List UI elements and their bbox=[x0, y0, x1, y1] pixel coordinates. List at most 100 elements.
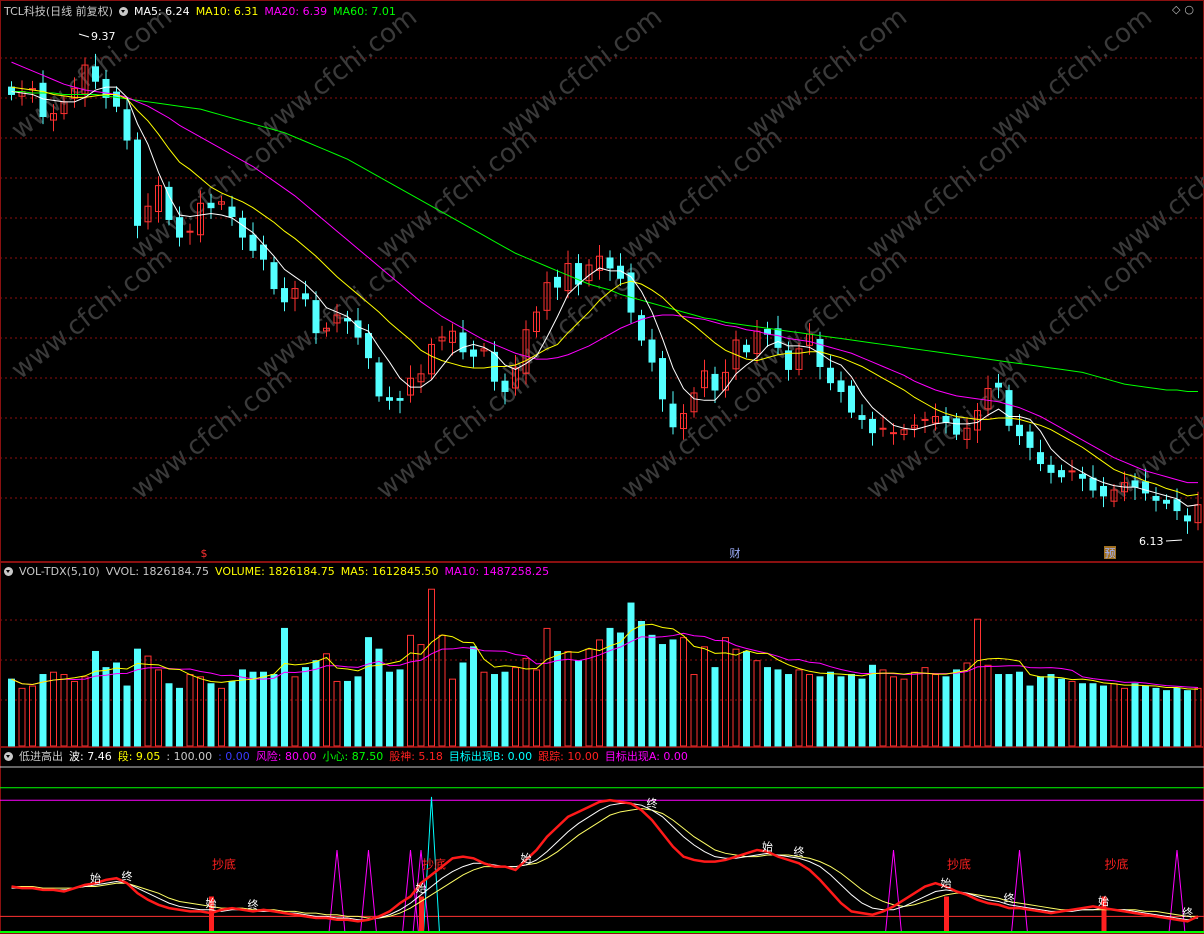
watermark-text: www.cfchi.com bbox=[1106, 122, 1204, 266]
indicator-header: 低进高出 波: 7.46 段: 9.05 : 100.00 : 0.00 风险:… bbox=[4, 748, 688, 764]
vvol-label: VVOL: 1826184.75 bbox=[105, 564, 210, 578]
volume-panel: VOL-TDX(5,10) VVOL: 1826184.75 VOLUME: 1… bbox=[0, 562, 1204, 747]
indicator-panel: 抄底 抄底 抄底 抄底始终始终始始终始终始终始终 低进高出 波: 7.46 段: 9.… bbox=[0, 747, 1204, 934]
volume-bar bbox=[711, 667, 719, 747]
volume-bar bbox=[890, 676, 897, 747]
signal-label: 终 bbox=[1004, 891, 1015, 905]
volume-bar bbox=[1016, 671, 1023, 747]
volume-bar bbox=[627, 602, 635, 747]
volume-bar bbox=[575, 660, 582, 747]
volume-bar bbox=[333, 680, 341, 747]
volume-bar bbox=[1121, 687, 1128, 747]
event-marker: 财 bbox=[730, 546, 741, 560]
signal-label: 始 bbox=[90, 871, 101, 885]
volume-bar bbox=[638, 621, 645, 747]
volume-bar bbox=[354, 676, 362, 747]
volume-bar bbox=[795, 669, 803, 747]
volume-bar bbox=[701, 646, 708, 747]
candle-body bbox=[354, 320, 362, 338]
volume-bar bbox=[900, 678, 908, 747]
volume-bar bbox=[239, 669, 246, 747]
volume-bar bbox=[102, 667, 110, 747]
volume-bar bbox=[774, 669, 782, 747]
volume-bar bbox=[218, 687, 225, 747]
volume-bar bbox=[428, 588, 435, 747]
candle-body bbox=[837, 380, 845, 392]
candle-body bbox=[365, 333, 372, 359]
candle-body bbox=[207, 202, 215, 209]
candle-body bbox=[1152, 495, 1160, 501]
dropdown-icon[interactable] bbox=[4, 751, 13, 761]
volume-bar bbox=[1068, 680, 1076, 747]
candle-body bbox=[890, 432, 897, 435]
candle-body bbox=[302, 293, 309, 300]
dropdown-icon[interactable] bbox=[118, 6, 128, 16]
window-controls[interactable]: ◇○ bbox=[1172, 3, 1198, 16]
ma20-label: MA20: 6.39 bbox=[264, 4, 328, 18]
price-panel: www.cfchi.com www.cfchi.com www.cfchi.com w… bbox=[0, 0, 1204, 562]
dropdown-icon[interactable] bbox=[4, 566, 13, 576]
low-pointer bbox=[1165, 539, 1183, 542]
candle-body bbox=[228, 206, 236, 218]
candle-body bbox=[1047, 464, 1055, 473]
candle-body bbox=[669, 403, 677, 428]
chart-title: TCL科技(日线 前复权) bbox=[4, 5, 113, 18]
volume-bar bbox=[228, 680, 236, 747]
candle-body bbox=[743, 344, 750, 353]
candle-body bbox=[92, 66, 99, 82]
candle-body bbox=[774, 328, 782, 348]
candle-body bbox=[123, 109, 131, 141]
candle-body bbox=[1058, 470, 1065, 478]
white-line bbox=[11, 803, 1199, 921]
price-header: TCL科技(日线 前复权) MA5: 6.24 MA10: 6.31 MA20:… bbox=[4, 3, 396, 19]
volume-bar bbox=[113, 662, 120, 747]
volume-bar bbox=[176, 687, 183, 747]
volume-bar bbox=[648, 634, 656, 747]
volume-bar bbox=[480, 671, 488, 747]
volume-bar bbox=[806, 674, 813, 747]
signal-label: 始 bbox=[941, 876, 952, 890]
volume-bar bbox=[186, 674, 194, 747]
ind-label-2: : 100.00 bbox=[166, 749, 213, 763]
watermark-text: www.cfchi.com bbox=[371, 122, 543, 266]
candle-body bbox=[879, 427, 887, 430]
candle-body bbox=[1005, 390, 1013, 426]
volume-bar bbox=[1037, 676, 1044, 747]
indicator-title: 低进高出 bbox=[19, 750, 63, 763]
candle-body bbox=[942, 415, 950, 423]
signal-label: 始 bbox=[762, 839, 773, 853]
volume-bar bbox=[1163, 690, 1170, 747]
volume-bar bbox=[312, 660, 320, 747]
ma60-label: MA60: 7.01 bbox=[333, 4, 396, 18]
volume-bar bbox=[1005, 674, 1013, 747]
volume-bar bbox=[197, 676, 204, 747]
bottom-signal-label: 抄底 bbox=[212, 856, 236, 871]
volume-bar bbox=[533, 669, 540, 747]
volume-chart bbox=[0, 562, 1204, 747]
volume-bar bbox=[543, 627, 551, 747]
signal-label: 终 bbox=[122, 869, 133, 883]
volume-bar bbox=[50, 671, 57, 747]
watermark-text: www.cfchi.com bbox=[371, 362, 543, 506]
volume-bar bbox=[659, 644, 666, 747]
volume-bar bbox=[512, 667, 519, 747]
volume-bar bbox=[60, 674, 68, 747]
volume-bar bbox=[827, 671, 834, 747]
volume-bar bbox=[123, 685, 131, 747]
candle-body bbox=[659, 358, 666, 400]
volume-bar bbox=[732, 648, 740, 747]
signal-label: 终 bbox=[794, 844, 805, 858]
candle-body bbox=[8, 86, 15, 95]
ind-label-5: 小心: 87.50 bbox=[322, 750, 384, 763]
volume-bar bbox=[963, 662, 971, 747]
volume-bar bbox=[260, 671, 267, 747]
volume-bar bbox=[155, 669, 162, 747]
volume-bar bbox=[974, 618, 981, 747]
volume-bar bbox=[281, 627, 288, 747]
volume-bar bbox=[1131, 683, 1139, 747]
candle-body bbox=[1131, 480, 1139, 488]
candle-body bbox=[711, 373, 719, 391]
volume-bar bbox=[554, 650, 561, 747]
candle-body bbox=[1068, 470, 1076, 473]
candle-body bbox=[627, 272, 635, 313]
